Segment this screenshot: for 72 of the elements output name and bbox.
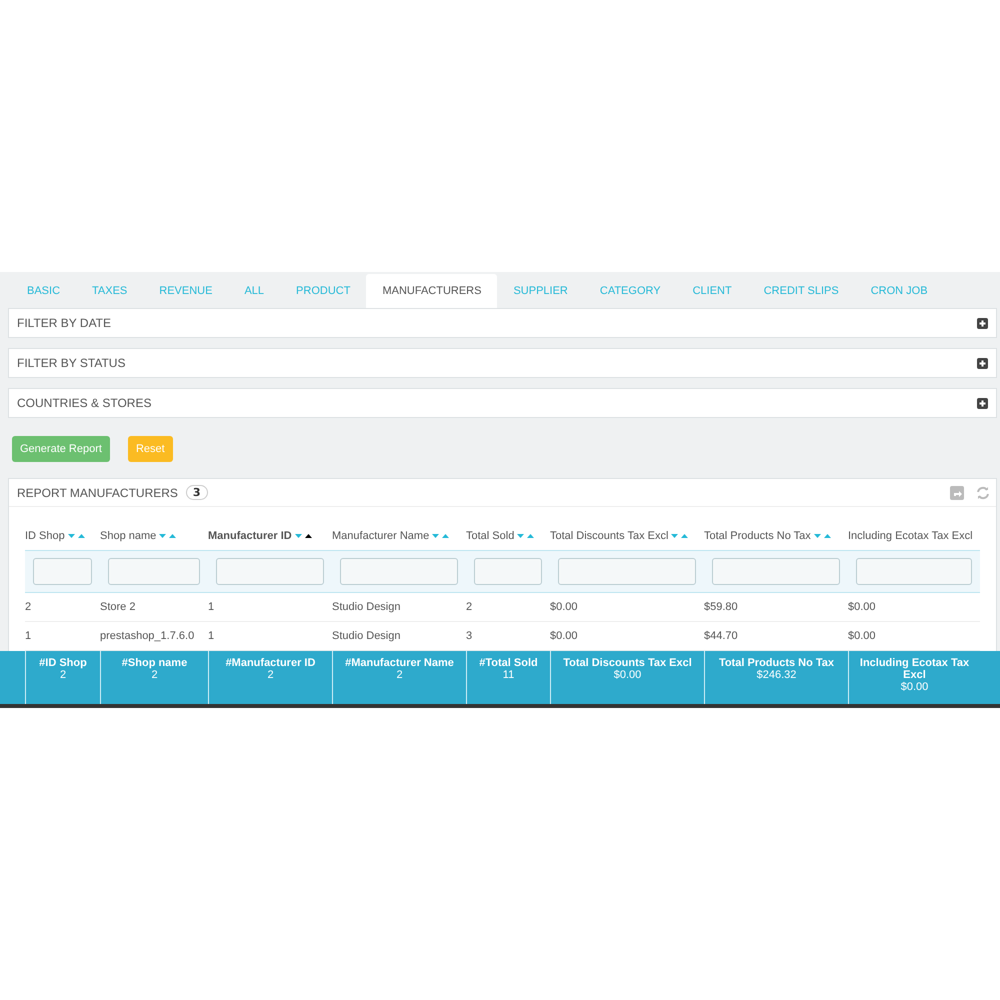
- sort-arrows-icon[interactable]: [294, 533, 312, 539]
- total-value: 2: [151, 669, 158, 681]
- filter-input[interactable]: [856, 558, 972, 585]
- count-badge: 3: [186, 485, 208, 500]
- table-cell-text: $0.00: [550, 601, 579, 613]
- panel-title: FILTER BY DATE: [17, 316, 112, 330]
- table-cell-text: Studio Design: [332, 630, 402, 642]
- total-label: #Shop name: [122, 657, 188, 669]
- column-header[interactable]: Manufacturer ID: [208, 530, 292, 542]
- column-header[interactable]: Total Discounts Tax Excl: [550, 530, 668, 542]
- filter-input[interactable]: [33, 558, 92, 585]
- total-label: #Total Sold: [479, 657, 538, 669]
- report-tab[interactable]: TAXES: [76, 274, 144, 308]
- panel-title: REPORT MANUFACTURERS: [17, 486, 178, 500]
- report-tab[interactable]: SUPPLIER: [497, 274, 584, 308]
- filter-input[interactable]: [712, 558, 840, 585]
- table-cell-text: $0.00: [550, 630, 579, 642]
- column-header[interactable]: Shop name: [100, 530, 156, 542]
- expand-icon[interactable]: [977, 318, 988, 328]
- table-cell-text: $0.00: [848, 630, 877, 642]
- total-value: $0.00: [900, 681, 928, 693]
- filter-input[interactable]: [474, 558, 542, 585]
- table-cell-text: $59.80: [704, 601, 739, 613]
- panel-title: COUNTRIES & STORES: [17, 396, 152, 410]
- total-label: Including Ecotax Tax Excl: [858, 657, 970, 681]
- table-cell-text: 2: [466, 601, 474, 613]
- refresh-icon[interactable]: [976, 486, 990, 500]
- total-label: #Manufacturer ID: [226, 657, 316, 669]
- column-header[interactable]: Manufacturer Name: [332, 530, 430, 542]
- report-tab[interactable]: PRODUCT: [280, 274, 366, 308]
- filter-input[interactable]: [216, 558, 324, 585]
- report-tab[interactable]: REVENUE: [143, 274, 228, 308]
- total-label: Total Discounts Tax Excl: [563, 657, 692, 669]
- table-cell-text: prestashop_1.7.6.0: [100, 630, 196, 642]
- table-cell-text: 1: [208, 601, 216, 613]
- total-label: Total Products No Tax: [718, 657, 834, 669]
- total-value: $246.32: [756, 669, 796, 681]
- total-label: #ID Shop: [39, 657, 87, 669]
- column-header[interactable]: Total Products No Tax: [704, 530, 811, 542]
- report-tab[interactable]: MANUFACTURERS: [366, 274, 498, 308]
- total-value: 2: [396, 669, 403, 681]
- table-cell-text: Studio Design: [332, 601, 402, 613]
- total-value: 2: [60, 669, 66, 681]
- panel-title: FILTER BY STATUS: [17, 356, 126, 370]
- total-value: 2: [267, 669, 274, 681]
- total-value: 11: [502, 669, 514, 681]
- report-tab[interactable]: CATEGORY: [584, 274, 677, 308]
- total-label: #Manufacturer Name: [345, 657, 454, 669]
- report-tab[interactable]: CLIENT: [676, 274, 748, 308]
- action-button[interactable]: Reset: [128, 436, 173, 462]
- table-cell-text: 2: [25, 601, 32, 613]
- column-header[interactable]: Total Sold: [466, 530, 514, 542]
- filter-input[interactable]: [108, 558, 200, 585]
- report-tab[interactable]: CRON JOB: [854, 274, 944, 308]
- table-cell-text: Store 2: [100, 601, 136, 613]
- column-header[interactable]: ID Shop: [25, 530, 65, 542]
- table-cell-text: $44.70: [704, 630, 739, 642]
- total-value: $0.00: [614, 669, 642, 681]
- report-tab[interactable]: BASIC: [11, 274, 76, 308]
- filter-input[interactable]: [340, 558, 458, 585]
- table-cell-text: $0.00: [848, 601, 877, 613]
- table-cell-text: 1: [25, 630, 32, 642]
- table-cell-text: 3: [466, 630, 474, 642]
- report-tab[interactable]: ALL: [228, 274, 280, 308]
- expand-icon[interactable]: [977, 398, 988, 408]
- table-cell-text: 1: [208, 630, 216, 642]
- column-header[interactable]: Including Ecotax Tax Excl: [848, 530, 973, 542]
- filter-input[interactable]: [558, 558, 696, 585]
- report-tab[interactable]: CREDIT SLIPS: [748, 274, 855, 308]
- action-button[interactable]: Generate Report: [12, 436, 110, 462]
- export-icon[interactable]: [950, 486, 964, 500]
- expand-icon[interactable]: [977, 358, 988, 368]
